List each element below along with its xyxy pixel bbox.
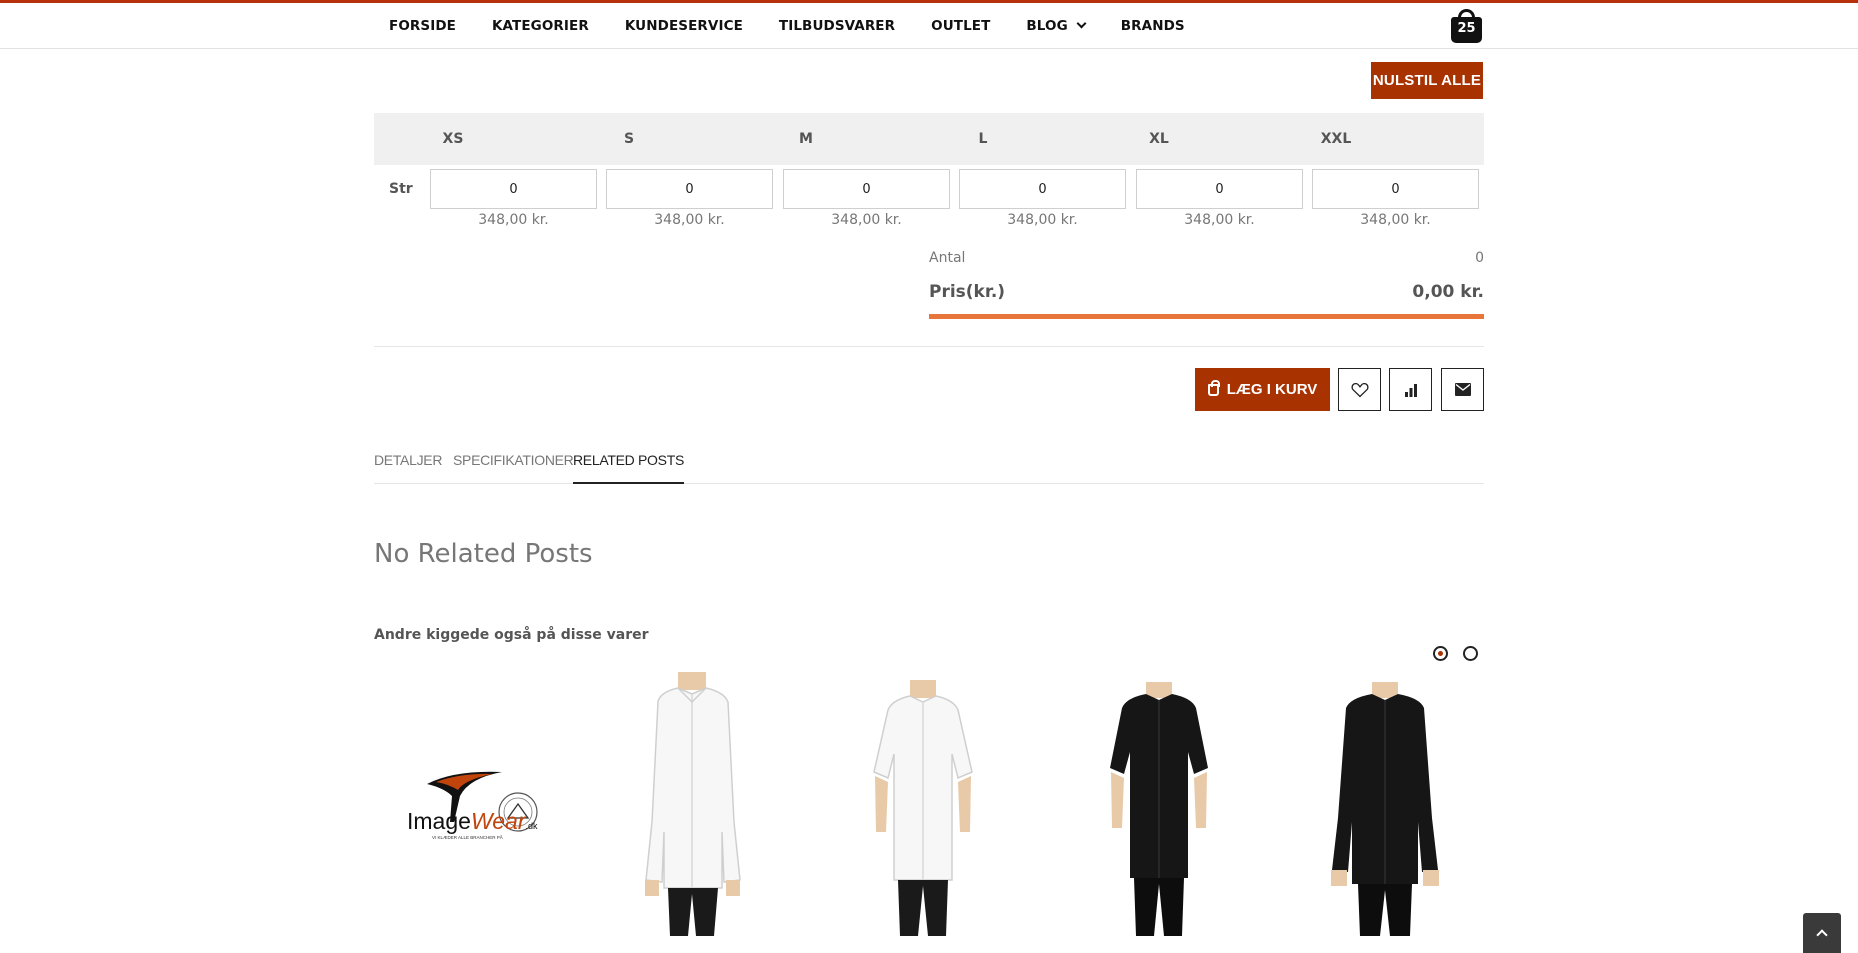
- wishlist-button[interactable]: [1338, 368, 1381, 411]
- product-card-black-long-sleeve[interactable]: [1282, 672, 1487, 936]
- qty-input-xs[interactable]: [430, 169, 597, 209]
- qty-input-l[interactable]: [959, 169, 1126, 209]
- nav-item-label: TILBUDSVARER: [778, 18, 896, 34]
- price-label: Pris(kr.): [929, 282, 1006, 302]
- nav-item-outlet[interactable]: OUTLET: [931, 18, 990, 34]
- imagewear-logo: ImageWear.dk VI KLÆDER ALLE BRANCHER PÅ: [407, 771, 538, 840]
- tab-detaljer[interactable]: DETALJER: [374, 452, 442, 484]
- size-row-label: Str: [389, 181, 413, 197]
- also-viewed-heading: Andre kiggede også på disse varer: [374, 627, 649, 643]
- tab-related-posts[interactable]: RELATED POSTS: [573, 452, 684, 484]
- reset-all-button[interactable]: NULSTIL ALLE: [1371, 62, 1483, 99]
- size-header-row: XS S M L XL XXL: [374, 113, 1484, 165]
- cart-count-badge: 25: [1457, 21, 1476, 36]
- unit-price-xs: 348,00 kr.: [478, 212, 549, 228]
- product-tabs: DETALJER SPECIFIKATIONER RELATED POSTS: [374, 452, 1484, 484]
- nav-item-kundeservice[interactable]: KUNDESERVICE: [625, 18, 743, 34]
- chevron-up-icon: [1816, 929, 1828, 941]
- shopping-bag-icon: [1207, 379, 1220, 396]
- price-underline-bar: [929, 314, 1484, 319]
- qty-input-xxl[interactable]: [1312, 169, 1479, 209]
- quantity-total: 0: [1475, 250, 1484, 266]
- black-long-sleeve-jacket-image: [1331, 682, 1439, 936]
- nav-item-kategorier[interactable]: KATEGORIER: [492, 18, 589, 34]
- black-short-sleeve-jacket-image: [1110, 682, 1208, 936]
- product-card-white-long-sleeve[interactable]: [600, 672, 805, 936]
- envelope-icon: [1454, 383, 1471, 396]
- white-short-sleeve-jacket-image: [873, 680, 973, 936]
- nav-item-blog[interactable]: BLOG: [1026, 18, 1087, 34]
- related-posts-heading: No Related Posts: [374, 539, 593, 569]
- unit-price-l: 348,00 kr.: [1007, 212, 1078, 228]
- logo-tagline: VI KLÆDER ALLE BRANCHER PÅ: [432, 834, 503, 840]
- tab-specifikationer[interactable]: SPECIFIKATIONER: [453, 452, 574, 484]
- size-label-m: M: [799, 131, 813, 147]
- carousel-dot-1[interactable]: [1433, 646, 1448, 661]
- unit-price-m: 348,00 kr.: [831, 212, 902, 228]
- size-label-xs: XS: [442, 131, 464, 147]
- chevron-down-icon: [1076, 18, 1087, 29]
- product-card-black-short-sleeve[interactable]: [1056, 672, 1261, 936]
- bar-chart-icon: [1404, 383, 1417, 397]
- size-label-xl: XL: [1149, 131, 1169, 147]
- nav-item-label: FORSIDE: [389, 18, 456, 34]
- quantity-label: Antal: [929, 250, 966, 266]
- add-to-cart-label: LÆG I KURV: [1226, 381, 1318, 398]
- nav-item-brands[interactable]: BRANDS: [1121, 18, 1185, 34]
- nav-menu: FORSIDE KATEGORIER KUNDESERVICE TILBUDSV…: [389, 3, 1221, 49]
- product-card-white-short-sleeve[interactable]: [828, 672, 1033, 936]
- qty-input-s[interactable]: [606, 169, 773, 209]
- carousel-dot-2[interactable]: [1463, 646, 1478, 661]
- compare-button[interactable]: [1389, 368, 1432, 411]
- qty-input-xl[interactable]: [1136, 169, 1303, 209]
- add-to-cart-button[interactable]: LÆG I KURV: [1195, 368, 1330, 411]
- unit-price-s: 348,00 kr.: [654, 212, 725, 228]
- nav-item-label: KATEGORIER: [491, 18, 589, 34]
- nav-item-forside[interactable]: FORSIDE: [389, 18, 456, 34]
- white-chef-jacket-image: [645, 672, 741, 936]
- cart-button[interactable]: 25: [1449, 9, 1483, 43]
- email-button[interactable]: [1441, 368, 1484, 411]
- price-total: 0,00 kr.: [1412, 282, 1484, 302]
- logo-text: ImageWear.dk: [407, 808, 538, 834]
- product-card-logo[interactable]: ImageWear.dk VI KLÆDER ALLE BRANCHER PÅ: [374, 672, 579, 936]
- heart-icon: [1350, 382, 1369, 397]
- main-navbar: FORSIDE KATEGORIER KUNDESERVICE TILBUDSV…: [0, 3, 1858, 49]
- nav-item-label: OUTLET: [931, 18, 991, 34]
- size-label-l: L: [978, 131, 988, 147]
- nav-item-label: BRANDS: [1120, 18, 1185, 34]
- unit-price-xxl: 348,00 kr.: [1360, 212, 1431, 228]
- nav-item-label: BLOG: [1026, 18, 1068, 34]
- nav-item-label: KUNDESERVICE: [624, 18, 743, 34]
- section-divider: [374, 346, 1484, 347]
- nav-item-tilbudsvarer[interactable]: TILBUDSVARER: [779, 18, 895, 34]
- size-label-xxl: XXL: [1320, 131, 1352, 147]
- scroll-to-top-button[interactable]: [1803, 913, 1841, 953]
- unit-price-xl: 348,00 kr.: [1184, 212, 1255, 228]
- size-label-s: S: [623, 131, 635, 147]
- qty-input-m[interactable]: [783, 169, 950, 209]
